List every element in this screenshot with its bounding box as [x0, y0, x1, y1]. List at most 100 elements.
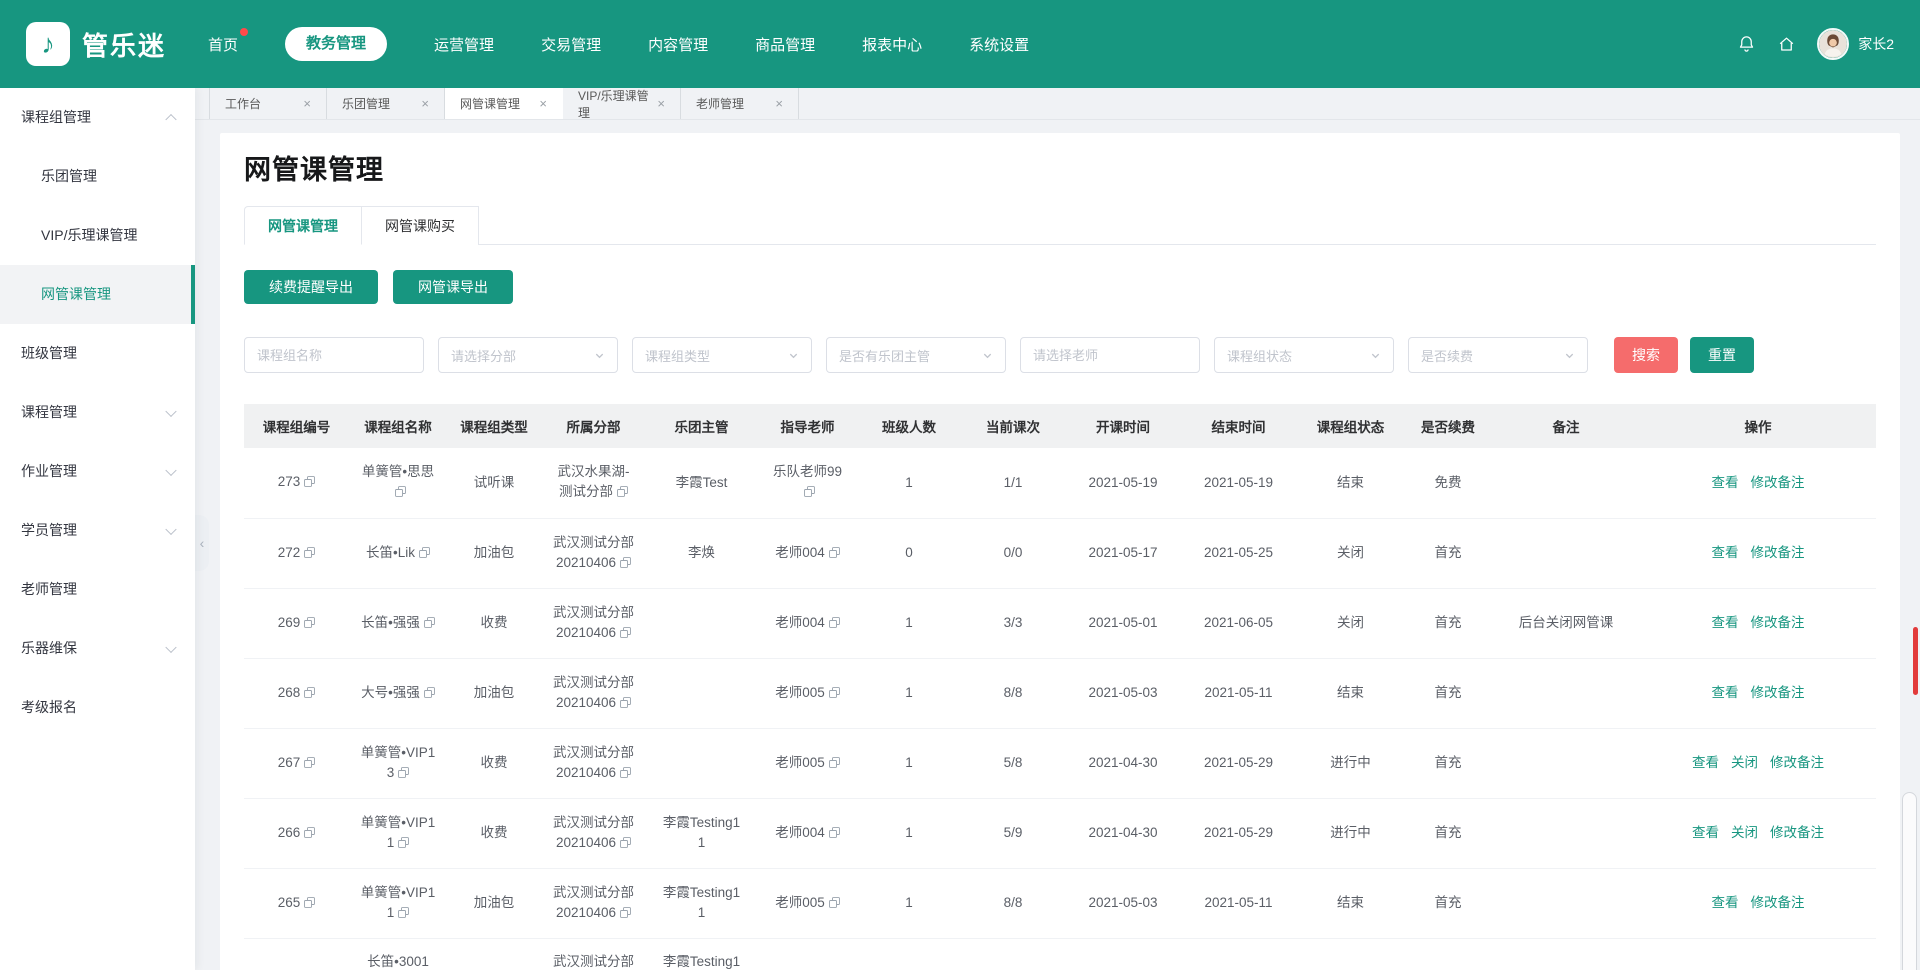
nav-item-6[interactable]: 报表中心	[862, 34, 922, 55]
filter-input[interactable]	[1033, 348, 1187, 363]
action-view[interactable]: 查看	[1712, 615, 1739, 630]
nav-item-0[interactable]: 首页	[208, 34, 238, 55]
copy-icon[interactable]	[304, 894, 315, 914]
content-tab-1[interactable]: 网管课购买	[362, 206, 479, 245]
filter-bar: 请选择分部课程组类型是否有乐团主管 课程组状态是否续费 搜索 重置	[244, 337, 1876, 373]
scrollbar-thumb[interactable]	[1902, 792, 1917, 970]
action-edit-remark[interactable]: 修改备注	[1751, 685, 1805, 700]
action-view[interactable]: 查看	[1712, 475, 1739, 490]
filter-select-2[interactable]: 课程组类型	[632, 337, 812, 373]
copy-icon[interactable]	[419, 544, 430, 564]
sidebar-item-3[interactable]: 网管课管理	[0, 265, 195, 324]
action-edit-remark[interactable]: 修改备注	[1751, 895, 1805, 910]
copy-icon[interactable]	[620, 554, 631, 574]
action-close[interactable]: 关闭	[1731, 755, 1758, 770]
filter-input-4[interactable]	[1020, 337, 1200, 373]
action-view[interactable]: 查看	[1692, 755, 1719, 770]
sidebar-item-7[interactable]: 学员管理	[0, 501, 195, 560]
copy-icon[interactable]	[620, 764, 631, 784]
copy-icon[interactable]	[304, 473, 315, 493]
open-tab-0[interactable]: 工作台×	[209, 88, 327, 119]
action-edit-remark[interactable]: 修改备注	[1770, 825, 1824, 840]
nav-item-7[interactable]: 系统设置	[969, 34, 1029, 55]
sidebar-item-4[interactable]: 班级管理	[0, 324, 195, 383]
sidebar-item-5[interactable]: 课程管理	[0, 383, 195, 442]
copy-icon[interactable]	[424, 614, 435, 634]
tab-bar: 工作台×乐团管理×网管课管理×VIP/乐理课管理×老师管理×	[195, 88, 1920, 120]
copy-icon[interactable]	[829, 824, 840, 844]
content-tab-0[interactable]: 网管课管理	[244, 206, 362, 245]
export-button-1[interactable]: 网管课导出	[393, 270, 513, 304]
filter-select-1[interactable]: 请选择分部	[438, 337, 618, 373]
copy-icon[interactable]	[620, 904, 631, 924]
sidebar-item-10[interactable]: 考级报名	[0, 678, 195, 737]
avatar[interactable]	[1817, 28, 1849, 60]
close-icon[interactable]: ×	[657, 97, 665, 110]
close-icon[interactable]: ×	[539, 97, 547, 110]
nav-item-5[interactable]: 商品管理	[755, 34, 815, 55]
copy-icon[interactable]	[395, 483, 406, 503]
copy-icon[interactable]	[620, 624, 631, 644]
close-icon[interactable]: ×	[303, 97, 311, 110]
reset-button[interactable]: 重置	[1690, 337, 1754, 373]
copy-icon[interactable]	[829, 754, 840, 774]
filter-select-5[interactable]: 课程组状态	[1214, 337, 1394, 373]
action-edit-remark[interactable]: 修改备注	[1751, 475, 1805, 490]
open-tab-3[interactable]: VIP/乐理课管理×	[563, 88, 681, 119]
nav-item-1[interactable]: 教务管理	[285, 27, 387, 61]
action-close[interactable]: 关闭	[1731, 825, 1758, 840]
search-button[interactable]: 搜索	[1614, 337, 1678, 373]
open-tab-2[interactable]: 网管课管理×	[445, 88, 563, 119]
sidebar-collapse-handle[interactable]: ‹	[195, 515, 209, 571]
copy-icon[interactable]	[304, 614, 315, 634]
copy-icon[interactable]	[304, 684, 315, 704]
filter-input[interactable]	[257, 348, 411, 363]
nav-item-2[interactable]: 运营管理	[434, 34, 494, 55]
sidebar-item-8[interactable]: 老师管理	[0, 560, 195, 619]
action-view[interactable]: 查看	[1712, 685, 1739, 700]
scrollbar-thumb-red[interactable]	[1913, 627, 1918, 695]
nav-item-3[interactable]: 交易管理	[541, 34, 601, 55]
action-view[interactable]: 查看	[1712, 895, 1739, 910]
close-icon[interactable]: ×	[775, 97, 783, 110]
copy-icon[interactable]	[620, 694, 631, 714]
copy-icon[interactable]	[304, 544, 315, 564]
export-button-0[interactable]: 续费提醒导出	[244, 270, 378, 304]
open-tab-4[interactable]: 老师管理×	[681, 88, 799, 119]
cell-4-8: 2021-04-30	[1066, 728, 1180, 798]
copy-icon[interactable]	[829, 544, 840, 564]
app-logo[interactable]: ♪	[26, 22, 70, 66]
copy-icon[interactable]	[304, 824, 315, 844]
action-view[interactable]: 查看	[1712, 545, 1739, 560]
filter-select-6[interactable]: 是否续费	[1408, 337, 1588, 373]
cell-text: 272	[278, 545, 301, 560]
sidebar-item-6[interactable]: 作业管理	[0, 442, 195, 501]
sidebar-item-1[interactable]: 乐团管理	[0, 147, 195, 206]
action-edit-remark[interactable]: 修改备注	[1770, 755, 1824, 770]
copy-icon[interactable]	[829, 894, 840, 914]
copy-icon[interactable]	[829, 614, 840, 634]
copy-icon[interactable]	[304, 754, 315, 774]
col-header-11: 是否续费	[1404, 404, 1492, 448]
home-icon[interactable]	[1777, 35, 1796, 54]
copy-icon[interactable]	[424, 684, 435, 704]
open-tab-1[interactable]: 乐团管理×	[327, 88, 445, 119]
action-edit-remark[interactable]: 修改备注	[1751, 615, 1805, 630]
copy-icon[interactable]	[617, 483, 628, 503]
filter-input-0[interactable]	[244, 337, 424, 373]
close-icon[interactable]: ×	[421, 97, 429, 110]
action-edit-remark[interactable]: 修改备注	[1751, 545, 1805, 560]
sidebar-item-0[interactable]: 课程组管理	[0, 88, 195, 147]
copy-icon[interactable]	[398, 904, 409, 924]
copy-icon[interactable]	[620, 834, 631, 854]
sidebar-item-2[interactable]: VIP/乐理课管理	[0, 206, 195, 265]
action-view[interactable]: 查看	[1692, 825, 1719, 840]
copy-icon[interactable]	[398, 764, 409, 784]
nav-item-4[interactable]: 内容管理	[648, 34, 708, 55]
copy-icon[interactable]	[829, 684, 840, 704]
filter-select-3[interactable]: 是否有乐团主管	[826, 337, 1006, 373]
copy-icon[interactable]	[804, 483, 815, 503]
bell-icon[interactable]	[1737, 34, 1756, 54]
copy-icon[interactable]	[398, 834, 409, 854]
sidebar-item-9[interactable]: 乐器维保	[0, 619, 195, 678]
